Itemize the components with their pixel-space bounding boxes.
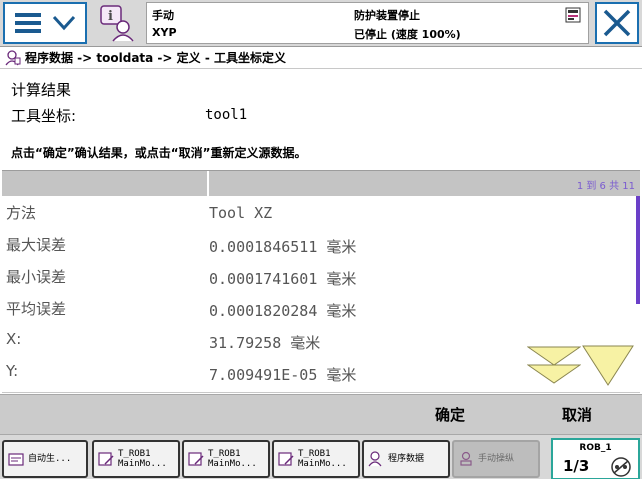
row-name: 平均误差	[6, 300, 67, 318]
top-bar: i 手动 XYP 防护装置停止 已停止 (速度 100%)	[0, 0, 642, 47]
row-value: Tool XZ	[209, 204, 273, 222]
ok-button[interactable]: 确定	[415, 395, 485, 433]
row-name: 方法	[6, 204, 37, 222]
run-status: 已停止 (速度 100%)	[354, 28, 461, 41]
close-icon	[603, 9, 631, 37]
program-data-icon	[5, 49, 21, 65]
row-value: 0.0001846511 毫米	[209, 238, 357, 256]
chevron-down-icon	[52, 15, 76, 31]
table-row[interactable]: 最小误差 0.0001741601 毫米	[2, 260, 632, 292]
table-row[interactable]: 方法 Tool XZ	[2, 196, 632, 228]
row-value: 0.0001820284 毫米	[209, 302, 357, 320]
scroll-up-icon	[526, 346, 582, 384]
task-icon	[8, 453, 24, 466]
row-name: 最大误差	[6, 236, 67, 254]
task-icon	[278, 452, 294, 466]
scrollbar[interactable]	[636, 196, 640, 304]
breadcrumb-text: 程序数据 -> tooldata -> 定义 - 工具坐标定义	[25, 51, 286, 65]
scroll-up-button[interactable]	[526, 345, 582, 385]
column-divider	[207, 171, 209, 196]
robot-info-icon: i	[100, 5, 134, 42]
task-rapid-editor-3[interactable]: T_ROB1 MainMo...	[272, 440, 360, 478]
task-label: 自动生...	[28, 454, 72, 464]
jogging-icon	[460, 451, 472, 466]
system-name: XYP	[152, 26, 177, 39]
action-bar: 确定 取消	[0, 394, 642, 434]
instruction-text: 点击“确定”确认结果，或点击“取消”重新定义源数据。	[11, 146, 307, 160]
status-panel[interactable]: 手动 XYP 防护装置停止 已停止 (速度 100%)	[146, 2, 589, 44]
page-indicator: 1 到 6 共 11	[576, 181, 635, 192]
robot-status-icon	[611, 457, 631, 477]
scroll-down-icon	[582, 345, 634, 386]
table-row[interactable]: 最大误差 0.0001846511 毫米	[2, 228, 632, 260]
task-icon	[188, 452, 204, 466]
task-rapid-editor-1[interactable]: T_ROB1 MainMo...	[92, 440, 180, 478]
robot-fraction: 1/3	[563, 457, 590, 475]
safety-status: 防护装置停止	[354, 9, 420, 22]
task-label: 手动操纵	[478, 454, 515, 464]
task-program-data[interactable]: 程序数据	[362, 440, 450, 478]
cancel-button[interactable]: 取消	[542, 395, 612, 433]
task-icon	[98, 452, 114, 466]
row-value: 31.79258 毫米	[209, 334, 321, 352]
task-label: T_ROB1 MainMo...	[298, 449, 347, 469]
close-button[interactable]	[595, 2, 639, 44]
status-indicator-icon	[565, 7, 581, 23]
section-title: 计算结果	[11, 81, 72, 99]
quickset-robot-panel[interactable]: ROB_1 1/3	[551, 438, 640, 479]
row-name: X:	[6, 330, 22, 348]
table-header: 1 到 6 共 11	[2, 170, 640, 196]
row-name: 最小误差	[6, 268, 67, 286]
program-data-icon	[368, 451, 382, 467]
task-label: T_ROB1 MainMo...	[118, 449, 167, 469]
svg-text:i: i	[108, 9, 113, 24]
main-menu-button[interactable]	[3, 2, 87, 44]
task-label: T_ROB1 MainMo...	[208, 449, 257, 469]
tool-value: tool1	[205, 107, 248, 123]
task-jogging[interactable]: 手动操纵	[452, 440, 540, 478]
table-row[interactable]: 平均误差 0.0001820284 毫米	[2, 292, 632, 324]
row-name: Y:	[6, 362, 19, 380]
taskbar: 自动生... T_ROB1 MainMo... T_ROB1 MainMo...…	[0, 434, 642, 479]
breadcrumb: 程序数据 -> tooldata -> 定义 - 工具坐标定义	[0, 47, 642, 69]
task-rapid-editor-2[interactable]: T_ROB1 MainMo...	[182, 440, 270, 478]
task-auto-production[interactable]: 自动生...	[2, 440, 88, 478]
robot-info-button[interactable]: i	[94, 2, 140, 44]
tool-label: 工具坐标:	[11, 107, 77, 125]
robot-panel-title: ROB_1	[579, 443, 612, 453]
menu-icon	[15, 13, 41, 33]
operation-mode: 手动	[152, 9, 174, 22]
scroll-down-button[interactable]	[582, 345, 634, 387]
row-value: 7.009491E-05 毫米	[209, 366, 357, 384]
task-label: 程序数据	[388, 454, 425, 464]
row-value: 0.0001741601 毫米	[209, 270, 357, 288]
